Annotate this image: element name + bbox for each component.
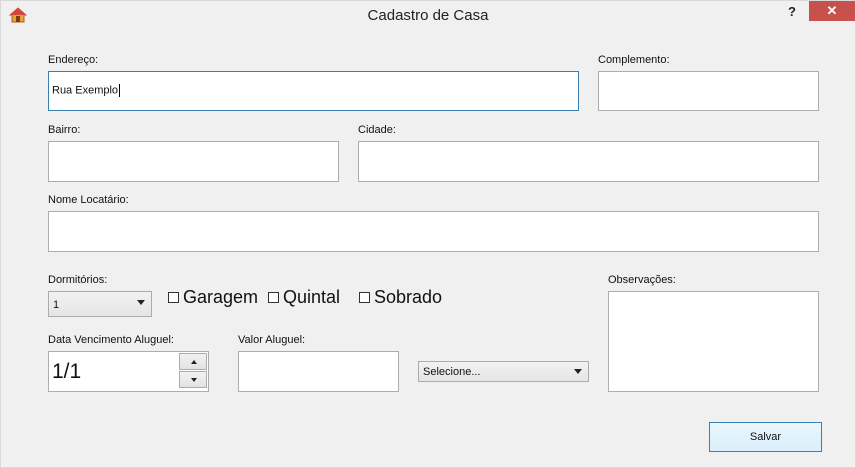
valor-aluguel-label: Valor Aluguel: xyxy=(238,334,306,346)
spin-up-button[interactable] xyxy=(179,353,207,370)
data-vencimento-label: Data Vencimento Aluguel: xyxy=(48,334,174,346)
observacoes-label: Observações: xyxy=(608,274,676,286)
endereco-field[interactable]: Rua Exemplo xyxy=(48,71,579,111)
help-button[interactable]: ? xyxy=(780,3,804,21)
valor-aluguel-field[interactable] xyxy=(238,351,399,392)
form-area: Endereço: Rua Exemplo Complemento: Bairr… xyxy=(9,31,847,461)
data-vencimento-spinbox[interactable]: 1/1 xyxy=(48,351,209,392)
window-title: Cadastro de Casa xyxy=(367,7,489,24)
sobrado-checkbox[interactable]: Sobrado xyxy=(359,287,442,308)
observacoes-field[interactable] xyxy=(608,291,819,392)
spin-down-button[interactable] xyxy=(179,371,207,388)
close-button[interactable]: ✕ xyxy=(809,1,855,21)
chevron-down-icon xyxy=(137,300,145,305)
garagem-checkbox[interactable]: Garagem xyxy=(168,287,258,308)
title-bar: Cadastro de Casa ? ✕ xyxy=(1,1,855,31)
cidade-label: Cidade: xyxy=(358,124,396,136)
cidade-field[interactable] xyxy=(358,141,819,182)
save-button[interactable]: Salvar xyxy=(709,422,822,452)
window: Cadastro de Casa ? ✕ Endereço: Rua Exemp… xyxy=(0,0,856,468)
dormitorios-label: Dormitórios: xyxy=(48,274,108,286)
endereco-value: Rua Exemplo xyxy=(52,84,121,97)
nome-locatario-field[interactable] xyxy=(48,211,819,252)
complemento-label: Complemento: xyxy=(598,54,670,66)
bairro-label: Bairro: xyxy=(48,124,81,136)
quintal-label: Quintal xyxy=(283,287,341,307)
bairro-field[interactable] xyxy=(48,141,339,182)
nome-locatario-label: Nome Locatário: xyxy=(48,194,129,206)
endereco-label: Endereço: xyxy=(48,54,99,66)
data-vencimento-value: 1/1 xyxy=(52,360,82,383)
complemento-field[interactable] xyxy=(598,71,819,111)
text-caret xyxy=(119,84,121,97)
checkbox-box[interactable] xyxy=(359,292,370,303)
quintal-checkbox[interactable]: Quintal xyxy=(268,287,340,308)
chevron-down-icon xyxy=(191,378,197,382)
dormitorios-select[interactable]: 1 xyxy=(48,291,152,317)
chevron-up-icon xyxy=(191,360,197,364)
chevron-down-icon xyxy=(574,369,582,374)
checkbox-box[interactable] xyxy=(268,292,279,303)
checkbox-box[interactable] xyxy=(168,292,179,303)
garagem-label: Garagem xyxy=(183,287,259,307)
sobrado-label: Sobrado xyxy=(374,287,443,307)
tipo-select[interactable]: Selecione... xyxy=(418,361,589,382)
